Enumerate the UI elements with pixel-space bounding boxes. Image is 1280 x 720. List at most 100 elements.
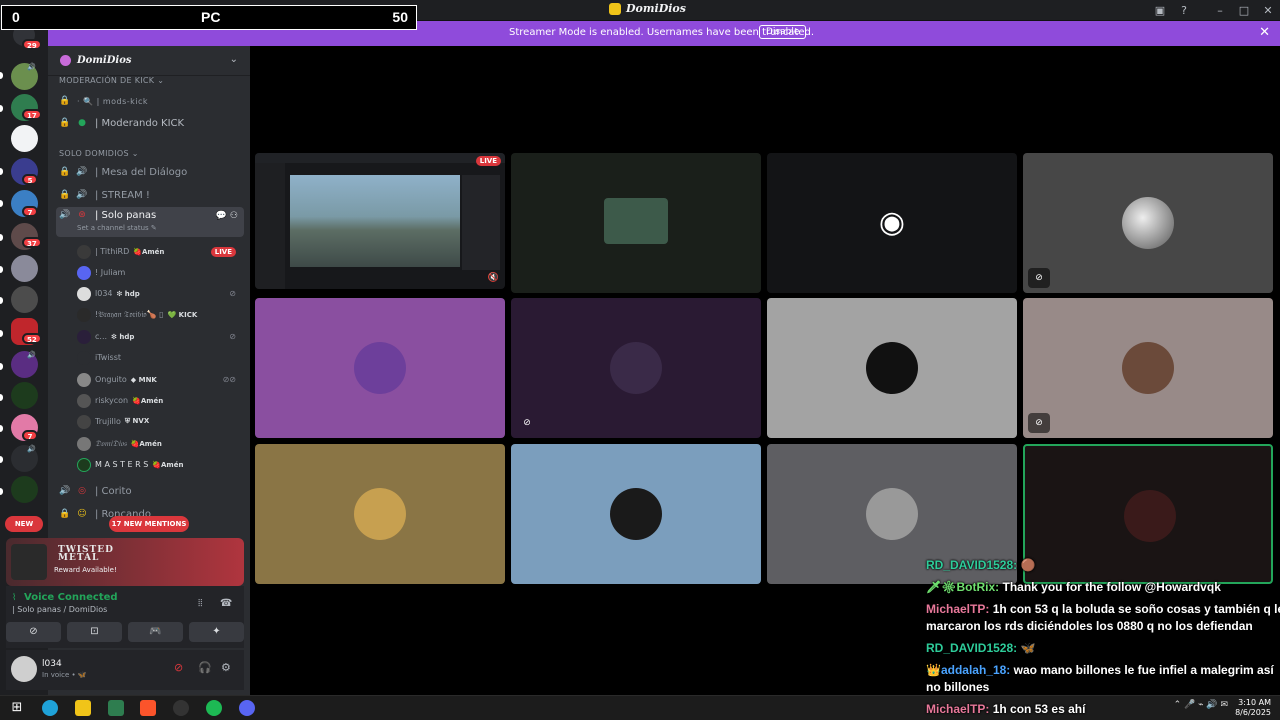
- user-status: In voice • 🦋: [42, 671, 87, 679]
- muted-mic-icon: ⊘: [229, 289, 236, 298]
- voice-user[interactable]: iTwisst: [77, 348, 242, 367]
- noise-suppression-icon[interactable]: ⦙⦙: [198, 598, 202, 609]
- screen-share-button[interactable]: ⊡: [67, 622, 122, 642]
- terminal-icon[interactable]: [108, 700, 124, 716]
- mute-mic-icon[interactable]: ⊘: [174, 661, 183, 674]
- new-mentions-pill[interactable]: 17 NEW MENTIONS: [109, 516, 189, 532]
- help-icon[interactable]: ?: [1172, 4, 1196, 17]
- avatar: [77, 286, 91, 301]
- voice-user[interactable]: !𝔅𝔯𝔞𝔶𝔞𝔫 𝔗𝔬𝔯𝔦𝔟𝔦𝔬🍗 ▯ 💚 KICK: [77, 305, 242, 324]
- disable-button[interactable]: Disable: [759, 25, 807, 39]
- chat-add-user-icon[interactable]: 💬 ⚇: [216, 211, 238, 221]
- participant-tile[interactable]: [255, 298, 505, 438]
- voice-user[interactable]: 𝔇𝔬𝔪𝔦𝔇𝔦𝔬𝔰 🍓Amén: [77, 434, 242, 453]
- guild-header[interactable]: DomiDios ⌄: [48, 46, 250, 76]
- voice-user[interactable]: riskycon 🍓Amén: [77, 391, 242, 410]
- unread-pip: [0, 363, 3, 370]
- channel-status[interactable]: Set a channel status ✎: [77, 224, 157, 232]
- speaker-icon: 🔊: [27, 63, 36, 71]
- speaking-participant-tile[interactable]: [1023, 444, 1273, 584]
- camera-off-button[interactable]: ⊘: [6, 622, 61, 642]
- voice-channel-label[interactable]: | Solo panas / DomiDios: [12, 605, 107, 614]
- file-explorer-icon[interactable]: [75, 700, 91, 716]
- voice-user[interactable]: M A S T E R S 🍓Amén: [77, 455, 242, 474]
- discord-window: DomiDios ▣ ? – □ ✕ 0 PC 50 Streamer Mode…: [0, 0, 1280, 720]
- soundboard-button[interactable]: ✦: [189, 622, 244, 642]
- participant-tile[interactable]: [767, 298, 1017, 438]
- voice-user[interactable]: c... ❇ hdp ⊘: [77, 327, 242, 346]
- volume-muted-icon[interactable]: 🔇: [488, 273, 499, 283]
- avatar: [866, 488, 918, 540]
- stream-sidebar: [255, 163, 285, 289]
- close-icon[interactable]: ✕: [1256, 4, 1280, 17]
- participant-tile[interactable]: [511, 444, 761, 584]
- participant-tile[interactable]: [511, 153, 761, 293]
- screen-share-icon[interactable]: ▣: [1148, 4, 1172, 17]
- clock[interactable]: 3:10 AM 8/6/2025: [1235, 698, 1271, 718]
- system-tray-icons[interactable]: ⌃ 🎤 ⌁ 🔊 ✉: [1174, 700, 1228, 710]
- avatar: [354, 488, 406, 540]
- voice-user[interactable]: | TithiRD 🍓Amén LIVE: [77, 242, 242, 261]
- muted-mic-icon: ⊘: [523, 418, 531, 428]
- brave-icon[interactable]: [140, 700, 156, 716]
- voice-connected-label[interactable]: Voice Connected: [24, 592, 118, 603]
- server-icon[interactable]: [11, 382, 38, 409]
- muted-mic-icon: ⊘: [1028, 268, 1050, 288]
- avatar: [604, 198, 668, 244]
- banner-close-icon[interactable]: ✕: [1259, 25, 1270, 40]
- score-left: 0: [12, 9, 20, 25]
- participant-tile[interactable]: ⊘: [1023, 153, 1273, 293]
- spotify-icon[interactable]: [206, 700, 222, 716]
- edge-icon[interactable]: [42, 700, 58, 716]
- channel-stream[interactable]: 🔒 🔊 | STREAM !: [56, 185, 244, 205]
- avatar: [354, 342, 406, 394]
- avatar[interactable]: [11, 656, 37, 682]
- participant-tile[interactable]: [255, 444, 505, 584]
- obs-icon[interactable]: [173, 700, 189, 716]
- server-icon[interactable]: [11, 476, 38, 503]
- participant-tile[interactable]: ◉: [767, 153, 1017, 293]
- signal-icon[interactable]: ⌇: [12, 593, 16, 603]
- minimize-icon[interactable]: –: [1208, 4, 1232, 17]
- stream-tile[interactable]: LIVE 🔇: [255, 153, 505, 289]
- new-unreads-pill[interactable]: NEW: [5, 516, 43, 532]
- avatar: [77, 393, 91, 408]
- chat-overlay-line: RD_DAVID1528: 🟤: [926, 558, 1036, 572]
- username[interactable]: l034: [42, 659, 62, 669]
- voice-user[interactable]: Trujillo ⛨ NVX: [77, 412, 242, 431]
- unread-pip: [0, 330, 3, 337]
- discord-taskbar-icon[interactable]: [239, 700, 255, 716]
- channel-solo-panas[interactable]: 🔊 ⊛ | Solo panas Set a channel status ✎ …: [56, 207, 244, 237]
- voice-user[interactable]: Onguito ◆ MNK ⊘⊘: [77, 370, 242, 389]
- server-badge: 5: [22, 174, 38, 185]
- server-icon[interactable]: [11, 286, 38, 313]
- participant-tile[interactable]: ⊘: [511, 298, 761, 438]
- channel-moderando-kick[interactable]: 🔒 ● | Moderando KICK: [56, 113, 244, 133]
- unread-pip: [0, 200, 3, 207]
- chevron-down-icon[interactable]: ⌄: [230, 54, 238, 65]
- lock-icon: 🔒: [59, 190, 71, 200]
- server-badge: 7: [22, 206, 38, 217]
- headphones-icon[interactable]: 🎧: [198, 661, 212, 674]
- channel-corito[interactable]: 🔊 ◎ | Corito: [56, 481, 244, 501]
- lock-icon: 🔒: [59, 167, 71, 177]
- participant-tile[interactable]: ⊘: [1023, 298, 1273, 438]
- channel-mods-kick[interactable]: 🔒 · 🔍 | mods-kick: [56, 91, 244, 111]
- score-overlay: 0 PC 50: [1, 5, 417, 30]
- server-icon[interactable]: [11, 125, 38, 152]
- server-icon[interactable]: [11, 255, 38, 282]
- category-moderacion[interactable]: MODERACIÓN DE KICK ⌄: [59, 76, 164, 85]
- activity-button[interactable]: 🎮: [128, 622, 183, 642]
- channel-mesa-dialogo[interactable]: 🔒 🔊 | Mesa del Diálogo: [56, 162, 244, 182]
- disconnect-icon[interactable]: ☎: [220, 598, 232, 609]
- promo-title: TWISTED METAL: [58, 545, 114, 563]
- windows-start-icon[interactable]: ⊞: [9, 700, 25, 716]
- reward-promo[interactable]: TWISTED METAL Reward Available!: [6, 538, 244, 586]
- muted-deafened-icon: ⊘⊘: [222, 375, 236, 384]
- category-solo-domidios[interactable]: SOLO DOMIDIOS ⌄: [59, 149, 139, 158]
- voice-user[interactable]: ! Juliam: [77, 263, 242, 282]
- avatar: [77, 372, 91, 387]
- voice-user[interactable]: l034 ❇ hdp ⊘: [77, 284, 242, 303]
- maximize-icon[interactable]: □: [1232, 4, 1256, 17]
- settings-gear-icon[interactable]: ⚙: [221, 661, 231, 674]
